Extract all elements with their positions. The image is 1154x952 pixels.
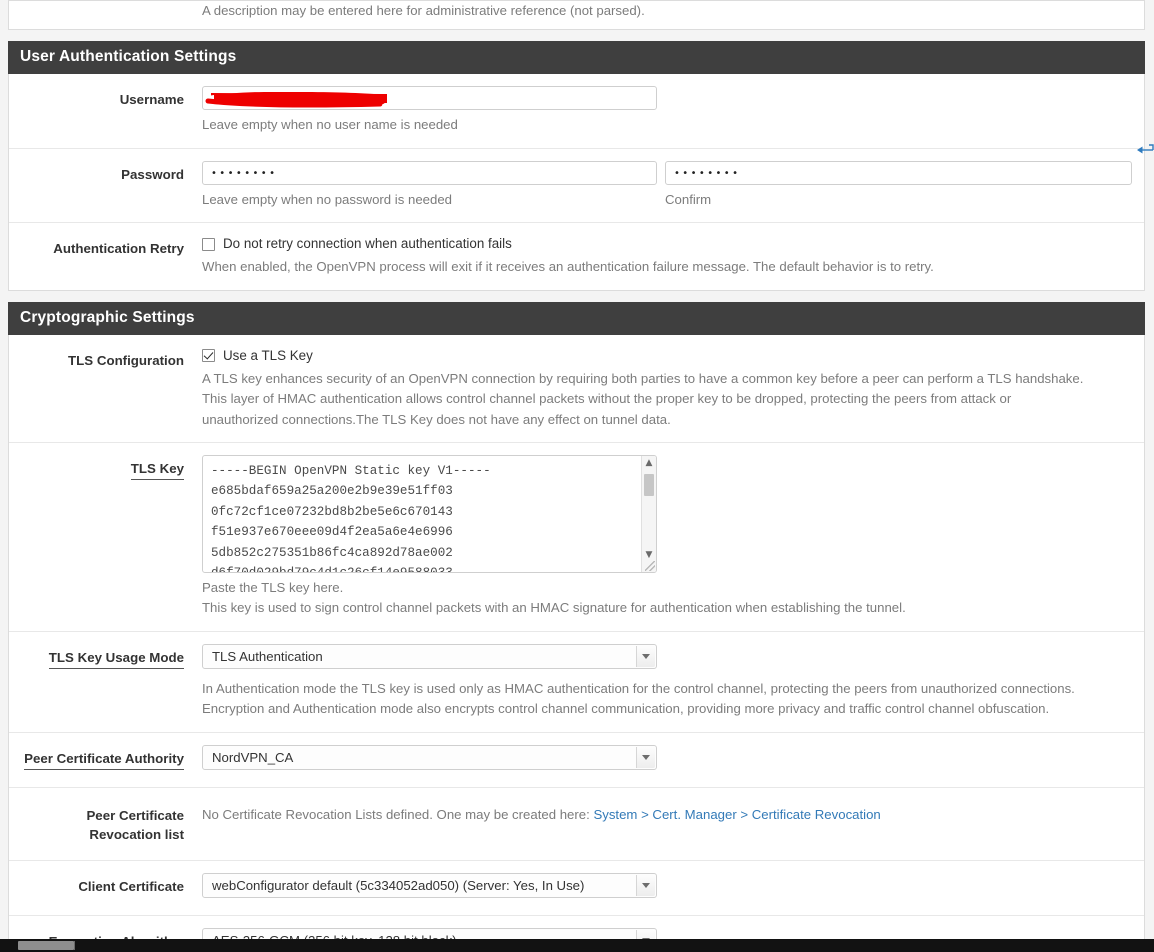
use-tls-key-checkbox[interactable]: [202, 349, 215, 363]
client-certificate-selected-value: webConfigurator default (5c334052ad050) …: [212, 878, 585, 894]
tls-key-help: Paste the TLS key here. This key is used…: [202, 578, 1134, 619]
client-certificate-select[interactable]: webConfigurator default (5c334052ad050) …: [202, 873, 657, 899]
tls-key-label: TLS Key: [9, 455, 194, 481]
password-masked-value: ••••••••: [211, 167, 278, 179]
resize-grip-icon[interactable]: [645, 560, 655, 571]
password-confirm-input[interactable]: ••••••••: [665, 160, 1132, 185]
tls-key-scrollbar-thumb[interactable]: [644, 473, 654, 496]
peer-certificate-authority-label: Peer Certificate Authority: [9, 745, 194, 771]
tls-configuration-label: TLS Configuration: [68, 352, 184, 368]
peer-certificate-authority-selected-value: NordVPN_CA: [212, 749, 294, 765]
peer-certificate-authority-label-text: Peer Certificate Authority: [24, 749, 184, 771]
tls-key-usage-mode-row: TLS Key Usage Mode TLS Authentication In…: [9, 632, 1144, 733]
horizontal-scrollbar[interactable]: [0, 939, 1154, 952]
tls-key-usage-mode-label-text: TLS Key Usage Mode: [48, 648, 184, 670]
authentication-retry-checkbox-label: Do not retry connection when authenticat…: [223, 236, 512, 252]
chevron-down-icon[interactable]: [636, 645, 655, 667]
use-tls-key-checkbox-label: Use a TLS Key: [223, 347, 313, 363]
horizontal-scrollbar-thumb[interactable]: [18, 941, 74, 950]
certificate-revocation-link[interactable]: System > Cert. Manager > Certificate Rev…: [593, 807, 880, 822]
tls-key-help-line-2: This key is used to sign control channel…: [202, 600, 906, 616]
peer-certificate-authority-select[interactable]: NordVPN_CA: [202, 744, 657, 770]
password-confirm-masked-value: ••••••••: [674, 167, 741, 179]
username-help: Leave empty when no user name is needed: [202, 117, 458, 133]
chevron-down-icon[interactable]: [636, 746, 655, 768]
section-heading-user-auth: User Authentication Settings: [8, 41, 1145, 75]
revocation-text-before: No Certificate Revocation Lists defined.…: [202, 806, 594, 822]
password-confirm-help: Confirm: [665, 191, 712, 207]
section-gap-2: [0, 290, 1154, 302]
username-input[interactable]: [202, 86, 657, 111]
tls-key-value: -----BEGIN OpenVPN Static key V1----- e6…: [211, 463, 491, 572]
client-certificate-label: Client Certificate: [78, 879, 184, 895]
authentication-retry-checkbox[interactable]: [202, 237, 215, 251]
tls-key-usage-mode-help-line-1: In Authentication mode the TLS key is us…: [202, 680, 1075, 696]
tls-key-usage-mode-select[interactable]: TLS Authentication: [202, 643, 657, 669]
tls-key-row: TLS Key -----BEGIN OpenVPN Static key V1…: [9, 443, 1144, 632]
pfsense-openvpn-client-page: A description may be entered here for ad…: [0, 0, 1154, 952]
tls-configuration-row: TLS Configuration Use a TLS Key A TLS ke…: [9, 335, 1144, 443]
password-input[interactable]: ••••••••: [202, 160, 657, 185]
section-panel-user-auth: Username Leave empty when no user name i…: [8, 74, 1145, 291]
password-help: Leave empty when no password is needed: [202, 191, 452, 207]
peer-certificate-revocation-list-row: Peer Certificate Revocation list No Cert…: [9, 788, 1144, 862]
tls-configuration-checkbox-line[interactable]: Use a TLS Key: [202, 347, 1134, 364]
authentication-retry-checkbox-line[interactable]: Do not retry connection when authenticat…: [202, 235, 1134, 252]
scroll-down-icon[interactable]: ▼: [642, 548, 656, 562]
section-panel-cryptographic: TLS Configuration Use a TLS Key A TLS ke…: [8, 334, 1145, 952]
tls-key-usage-mode-label: TLS Key Usage Mode: [9, 644, 194, 670]
horizontal-scrollbar-tick: [74, 941, 75, 950]
tls-configuration-help-line-2: This layer of HMAC authentication allows…: [202, 391, 1012, 407]
authentication-retry-row: Authentication Retry Do not retry connec…: [9, 223, 1144, 290]
tls-configuration-help-line-3: unauthorized connections.The TLS Key doe…: [202, 411, 671, 427]
authentication-retry-label: Authentication Retry: [53, 241, 184, 257]
authentication-retry-help: When enabled, the OpenVPN process will e…: [202, 259, 934, 275]
scroll-up-icon[interactable]: ▲: [642, 456, 656, 470]
password-label: Password: [121, 166, 184, 182]
description-help: A description may be entered here for ad…: [202, 3, 645, 18]
peer-certificate-revocation-list-label-line-1: Peer Certificate: [86, 807, 184, 823]
username-label: Username: [119, 92, 184, 108]
tls-key-usage-mode-help-line-2: Encryption and Authentication mode also …: [202, 701, 1050, 717]
description-row: A description may be entered here for ad…: [9, 1, 1144, 29]
peer-certificate-revocation-list-text: No Certificate Revocation Lists defined.…: [202, 802, 1134, 825]
tls-configuration-help: A TLS key enhances security of an OpenVP…: [202, 369, 1134, 430]
tls-key-usage-mode-help: In Authentication mode the TLS key is us…: [202, 679, 1134, 720]
section-gap-1: [0, 30, 1154, 42]
password-row: Password •••••••• Leave empty when no pa…: [9, 149, 1144, 224]
chevron-down-icon[interactable]: [636, 875, 655, 897]
tls-key-scrollbar[interactable]: ▲ ▼: [641, 455, 656, 572]
peer-certificate-revocation-list-label-line-2: Revocation list: [89, 827, 184, 843]
username-row: Username Leave empty when no user name i…: [9, 74, 1144, 149]
peer-certificate-authority-row: Peer Certificate Authority NordVPN_CA: [9, 733, 1144, 788]
description-row-panel: A description may be entered here for ad…: [8, 0, 1145, 31]
client-certificate-row: Client Certificate webConfigurator defau…: [9, 861, 1144, 917]
peer-certificate-revocation-list-label: Peer Certificate Revocation list: [9, 802, 194, 845]
tls-key-usage-mode-selected-value: TLS Authentication: [212, 648, 323, 664]
annotation-arrow-icon: [1137, 144, 1154, 154]
section-heading-cryptographic: Cryptographic Settings: [8, 301, 1145, 335]
description-label: [9, 1, 194, 5]
tls-configuration-help-line-1: A TLS key enhances security of an OpenVP…: [202, 370, 1084, 386]
tls-key-textarea[interactable]: -----BEGIN OpenVPN Static key V1----- e6…: [202, 454, 657, 573]
tls-key-help-line-1: Paste the TLS key here.: [202, 579, 344, 595]
tls-key-label-text: TLS Key: [130, 459, 184, 481]
